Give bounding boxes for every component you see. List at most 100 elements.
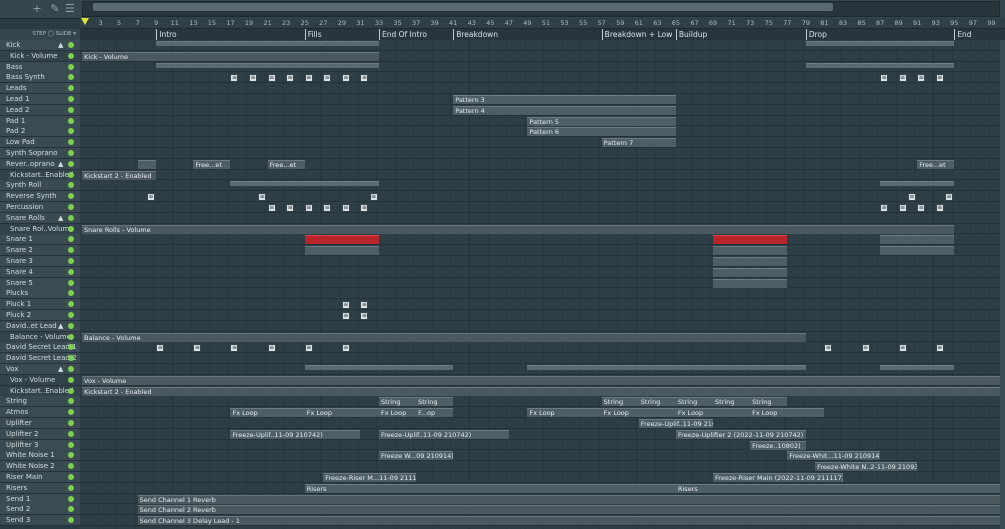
playlist-clip[interactable]: Fx Loop: [601, 408, 676, 418]
chevron-down-icon[interactable]: ▾: [73, 31, 76, 37]
track-header[interactable]: Lead 2: [0, 104, 80, 116]
playlist-clip[interactable]: [230, 181, 379, 187]
track-header[interactable]: Pad 1: [0, 115, 80, 127]
playlist-clip[interactable]: [713, 257, 788, 266]
playlist-clip[interactable]: [137, 159, 157, 169]
step-toggle-icon[interactable]: ◯: [48, 31, 54, 37]
pattern-block-icon[interactable]: ≡: [249, 73, 258, 82]
track-enable-led[interactable]: [68, 247, 74, 254]
pattern-block-icon[interactable]: ≡: [360, 203, 369, 212]
track-header[interactable]: Atmos: [0, 407, 80, 419]
playlist-clip[interactable]: Send Channel 1 Reverb: [137, 494, 1001, 504]
playlist-clip[interactable]: Kickstart 2 - Enabled: [82, 386, 1001, 396]
playhead-icon[interactable]: [81, 18, 89, 25]
track-enable-led[interactable]: [68, 214, 74, 221]
track-enable-led[interactable]: [68, 387, 74, 394]
track-enable-led[interactable]: [68, 420, 74, 426]
playlist-clip[interactable]: Freeze-Riser M...11-09 211117): [323, 473, 417, 482]
chevron-up-icon[interactable]: ▲: [58, 213, 63, 223]
pattern-block-icon[interactable]: ≡: [156, 343, 165, 352]
playlist-clip[interactable]: [304, 235, 379, 245]
pattern-block-icon[interactable]: ≡: [824, 343, 833, 352]
pattern-block-icon[interactable]: ≡: [304, 343, 313, 352]
track-header[interactable]: Pad 2: [0, 126, 80, 138]
track-enable-led[interactable]: [68, 398, 74, 405]
pattern-block-icon[interactable]: ≡: [146, 192, 155, 201]
track-enable-led[interactable]: [68, 333, 74, 340]
pattern-block-icon[interactable]: ≡: [917, 73, 926, 82]
playlist-clip[interactable]: String: [713, 397, 751, 407]
pattern-block-icon[interactable]: ≡: [341, 311, 350, 320]
playlist-clip[interactable]: [156, 41, 379, 46]
track-enable-led[interactable]: [68, 452, 74, 459]
chevron-up-icon[interactable]: ▲: [58, 159, 63, 169]
pattern-block-icon[interactable]: ≡: [286, 73, 295, 82]
track-header[interactable]: Kickstart..Enabled: [0, 169, 80, 181]
track-enable-led[interactable]: [68, 322, 74, 329]
track-enable-led[interactable]: [68, 279, 74, 286]
track-header[interactable]: Vox ▲: [0, 364, 80, 375]
playlist-clip[interactable]: String: [601, 397, 639, 407]
track-enable-led[interactable]: [68, 139, 74, 146]
playlist-clip[interactable]: Fx Loop: [527, 408, 602, 418]
track-header[interactable]: String: [0, 396, 80, 408]
track-header[interactable]: Pluck 2: [0, 310, 80, 321]
playlist-clip[interactable]: String: [750, 397, 788, 407]
pattern-block-icon[interactable]: ≡: [369, 192, 378, 201]
playlist-clip[interactable]: Freeze-White N..2-11-09 210935): [815, 462, 918, 472]
step-slide-controls[interactable]: STEP ◯ SLIDE ▾: [0, 29, 80, 40]
pattern-block-icon[interactable]: ≡: [230, 73, 239, 82]
pattern-block-icon[interactable]: ≡: [880, 73, 889, 82]
pattern-block-icon[interactable]: ≡: [304, 203, 313, 212]
pattern-block-icon[interactable]: ≡: [917, 203, 926, 212]
track-enable-led[interactable]: [68, 517, 74, 524]
playlist-clip[interactable]: Freeze-Uplifter 2 (2022-11-09 210742): [675, 429, 806, 439]
playlist-clip[interactable]: Fx Loop: [378, 408, 417, 418]
track-enable-led[interactable]: [68, 268, 74, 275]
pattern-block-icon[interactable]: ≡: [341, 73, 350, 82]
track-enable-led[interactable]: [68, 52, 74, 59]
track-header[interactable]: Snare 3: [0, 256, 80, 267]
playlist-clip[interactable]: [156, 62, 379, 68]
menu-icon[interactable]: ☰: [63, 2, 77, 16]
playlist-clip[interactable]: Pattern 4: [453, 105, 676, 115]
playlist-clip[interactable]: [880, 181, 955, 187]
playlist-clip[interactable]: Pattern 7: [601, 138, 676, 148]
track-enable-led[interactable]: [68, 290, 74, 297]
track-header[interactable]: Percussion: [0, 202, 80, 213]
add-pattern-icon[interactable]: +: [30, 2, 44, 16]
track-header[interactable]: Kick - Volume: [0, 50, 80, 62]
playlist-clip[interactable]: Free...et: [267, 159, 305, 169]
pattern-block-icon[interactable]: ≡: [360, 73, 369, 82]
playlist-clip[interactable]: String: [378, 397, 417, 407]
track-header[interactable]: Kick ▲: [0, 40, 80, 51]
timeline-ruler[interactable]: 3 5 7 9 11 13 15 17 19 21 23 25 27 29 31 33 35 37 39 41 43 45…: [80, 18, 1005, 29]
pattern-block-icon[interactable]: ≡: [258, 192, 267, 201]
chevron-up-icon[interactable]: ▲: [58, 364, 63, 374]
playlist-clip[interactable]: Send Channel 3 Delay Lead - 1: [137, 516, 1001, 526]
track-header[interactable]: Vox - Volume: [0, 374, 80, 386]
track-header[interactable]: Low Pad: [0, 137, 80, 149]
playlist-clip[interactable]: [713, 235, 788, 245]
track-enable-led[interactable]: [68, 85, 74, 92]
draw-tool-icon[interactable]: ✎: [48, 2, 62, 16]
pattern-block-icon[interactable]: ≡: [360, 300, 369, 309]
playlist-clip[interactable]: Risers: [304, 483, 676, 493]
pattern-block-icon[interactable]: ≡: [945, 192, 954, 201]
pattern-block-icon[interactable]: ≡: [286, 203, 295, 212]
track-header[interactable]: Snare Rolls ▲: [0, 212, 80, 224]
pattern-block-icon[interactable]: ≡: [907, 192, 916, 201]
track-header[interactable]: David..et Lead ▲: [0, 320, 80, 332]
track-header[interactable]: Snare Rol..Volume: [0, 223, 80, 235]
pattern-block-icon[interactable]: ≡: [230, 343, 239, 352]
playlist-clip[interactable]: [880, 365, 955, 370]
track-header[interactable]: Bass: [0, 61, 80, 73]
timeline-marker[interactable]: Drop: [805, 29, 827, 40]
playlist-clip[interactable]: Fx Loop: [304, 408, 379, 418]
track-header[interactable]: Synth Roll: [0, 180, 80, 192]
playlist-clip[interactable]: [713, 278, 788, 288]
track-header[interactable]: Rever..oprano ▲: [0, 158, 80, 170]
playlist-clip[interactable]: [304, 246, 379, 256]
track-header[interactable]: Balance - Volume: [0, 331, 80, 343]
track-header[interactable]: Snare 5: [0, 277, 80, 289]
